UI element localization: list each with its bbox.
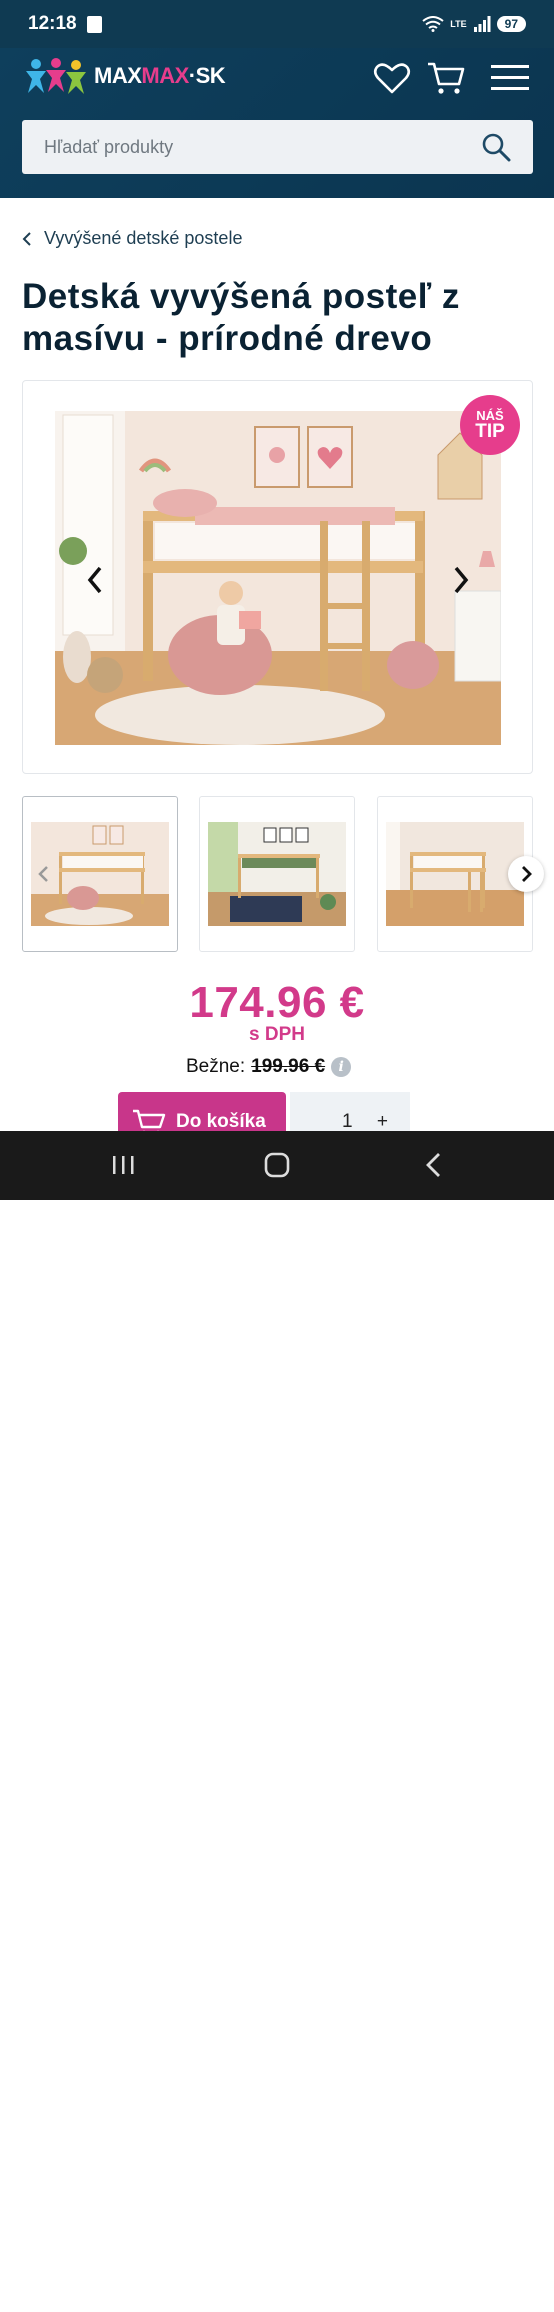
regular-price-label: Bežne: (186, 1056, 246, 1077)
thumbnail-image (386, 822, 524, 926)
logo-text-part3: ·SK (188, 63, 226, 88)
recent-apps-button[interactable] (108, 1151, 138, 1179)
regular-price-value: 199.96 € (251, 1056, 326, 1077)
heart-icon[interactable] (372, 60, 412, 96)
signal-icon (473, 16, 491, 32)
thumbnail-image (31, 822, 169, 926)
recent-apps-icon (113, 1156, 134, 1174)
gallery-next-button[interactable] (447, 563, 475, 597)
product-price: 174.96 € (189, 978, 365, 1027)
site-header: MAXMAX·SK (0, 48, 554, 198)
status-bar: 12:18 LTE 97 (0, 0, 554, 48)
product-title: Detská vyvýšená posteľ z masívu - prírod… (22, 277, 460, 358)
add-to-cart-label: Do košíka (176, 1111, 266, 1132)
gallery-prev-button[interactable] (81, 563, 109, 597)
thumbnail-strip (22, 796, 554, 952)
wifi-icon (422, 16, 444, 32)
bed-room-illustration (55, 411, 501, 745)
logo-text-part2: MAX (141, 63, 189, 88)
chevron-left-icon (87, 566, 102, 594)
cart-icon[interactable] (426, 60, 466, 96)
home-icon (264, 1152, 290, 1178)
product-image-gallery: NÁŠ TIP (22, 380, 533, 774)
back-button[interactable] (418, 1151, 448, 1179)
breadcrumb[interactable]: Vyvýšené detské postele (22, 228, 242, 249)
product-main-photo[interactable] (55, 411, 501, 745)
status-icons: LTE 97 (422, 16, 526, 32)
search-input[interactable] (44, 136, 481, 158)
status-time: 12:18 (28, 13, 77, 34)
info-icon[interactable]: i (331, 1057, 352, 1077)
search-bar (22, 120, 533, 174)
watermark: @( Bazos.sk (356, 2279, 532, 2312)
quantity-value[interactable]: 1 (342, 1111, 353, 1133)
home-button[interactable] (262, 1151, 292, 1179)
regular-price-row: Bežne: 199.96 € i (186, 1056, 352, 1078)
site-logo[interactable]: MAXMAX·SK (24, 56, 226, 96)
chevron-left-icon (22, 231, 31, 246)
thumbnail-2[interactable] (199, 796, 355, 952)
badge-line2: TIP (475, 421, 505, 442)
quantity-increase-button[interactable]: + (377, 1111, 388, 1133)
thumbnail-image (208, 822, 346, 926)
thumbnail-next-button[interactable] (508, 856, 544, 892)
battery-indicator: 97 (496, 16, 526, 32)
vat-label: s DPH (249, 1024, 305, 1045)
our-tip-badge: NÁŠ TIP (460, 395, 520, 455)
menu-icon[interactable] (490, 60, 530, 96)
breadcrumb-link[interactable]: Vyvýšené detské postele (44, 228, 242, 249)
logo-wordmark: MAXMAX·SK (94, 63, 226, 89)
thumbnail-1[interactable] (22, 796, 178, 952)
logo-figures-icon (26, 58, 86, 94)
system-navigation-bar: @( Bazos.sk (0, 1131, 554, 2312)
chevron-left-icon (38, 866, 48, 882)
chevron-right-icon (522, 866, 532, 882)
logo-text-part1: MAX (94, 63, 142, 88)
search-icon[interactable] (481, 132, 511, 162)
back-icon (426, 1153, 440, 1177)
chevron-right-icon (454, 566, 469, 594)
shopping-bag-notification-icon (86, 15, 102, 33)
network-type-label: LTE (450, 19, 467, 29)
